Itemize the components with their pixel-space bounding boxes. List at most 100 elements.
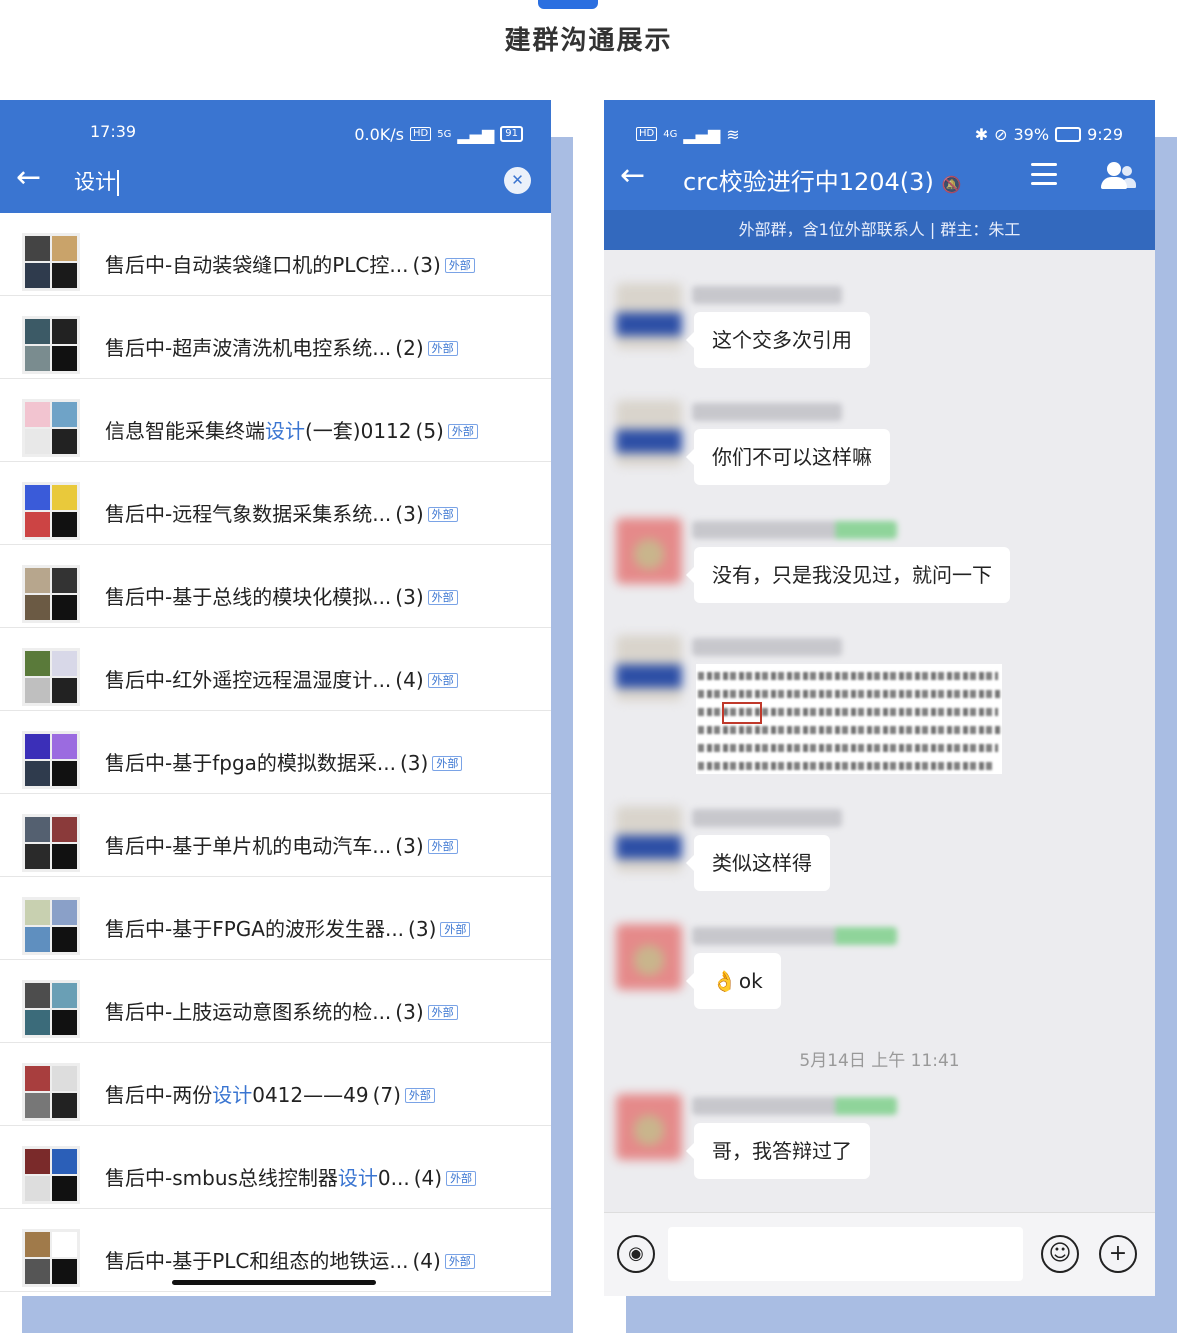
left-phone-screen: 17:39 0.0K/s HD 5G ▂▄▆ 91 ← 设计 ✕ 售后中-自动装… [0,100,551,1296]
message-image[interactable] [696,664,1002,774]
external-badge: 外部 [432,756,463,771]
list-item[interactable]: 售后中-smbus总线控制器设计0... (4) 外部 [0,1126,551,1209]
sender-avatar[interactable] [616,635,682,701]
message-bubble[interactable]: 你们不可以这样嘛 [686,429,890,485]
menu-icon[interactable] [1031,163,1057,185]
group-name: 售后中-上肢运动意图系统的检... (3) 外部 [105,996,458,1025]
bluetooth-icon: ✱ [974,124,989,144]
sender-avatar[interactable] [616,1094,682,1160]
search-header: 17:39 0.0K/s HD 5G ▂▄▆ 91 ← 设计 ✕ [0,100,551,213]
back-arrow-icon[interactable]: ← [620,158,645,193]
search-highlight: 设计 [212,1083,253,1107]
message-input[interactable] [668,1227,1023,1281]
battery-icon: 91 [500,126,523,142]
message-bubble[interactable]: 👌 ok [686,953,781,1009]
group-avatar [22,731,80,789]
group-name-suffix: 0412——49 [252,1083,369,1107]
group-name: 售后中-基于PLC和组态的地铁运... (4) 外部 [105,1245,475,1274]
sender-avatar[interactable] [616,924,682,990]
status-icons: 0.0K/s HD 5G ▂▄▆ 91 [354,122,523,146]
group-list: 售后中-自动装袋缝口机的PLC控... (3) 外部 售后中-超声波清洗机电控系统..… [0,213,551,1292]
external-badge: 外部 [427,341,458,356]
external-badge: 外部 [440,922,471,937]
group-avatar [22,233,80,291]
external-badge: 外部 [427,507,458,522]
search-input[interactable]: 设计 [74,166,119,196]
external-badge: 外部 [444,1254,475,1269]
list-item[interactable]: 售后中-超声波清洗机电控系统... (2) 外部 [0,296,551,379]
group-name: 售后中-自动装袋缝口机的PLC控... (3) 外部 [105,249,475,278]
group-avatar [22,897,80,955]
members-icon[interactable] [1098,160,1138,192]
external-badge: 外部 [447,424,478,439]
group-avatar [22,316,80,374]
sender-name [692,1097,897,1115]
net-speed: 0.0K/s [354,124,404,144]
page-root: 建群沟通展示 17:39 0.0K/s HD 5G ▂▄▆ 91 ← 设计 ✕ … [0,0,1177,1333]
member-count: (3) [412,253,441,277]
search-query: 设计 [74,170,116,194]
list-item[interactable]: 售后中-两份设计0412——49 (7) 外部 [0,1043,551,1126]
external-badge: 外部 [404,1088,435,1103]
member-count: (3) [399,751,429,775]
clear-icon[interactable]: ✕ [504,167,531,194]
battery-percent: 39% [1013,124,1050,144]
group-name-text: 售后中-基于PLC和组态的地铁运... [105,1249,409,1273]
group-avatar [22,482,80,540]
text-caret [117,170,119,196]
battery-icon [1055,126,1082,142]
message-bubble[interactable]: 哥，我答辩过了 [686,1123,870,1179]
list-item[interactable]: 售后中-自动装袋缝口机的PLC控... (3) 外部 [0,213,551,296]
right-phone-screen: HD 4G ▂▄▆ ≋ ✱ ⊘ 39% 9:29 ← crc校验进行中1204(… [604,100,1155,1296]
group-avatar [22,565,80,623]
list-item[interactable]: 售后中-远程气象数据采集系统... (3) 外部 [0,462,551,545]
emoji-icon[interactable]: ☺ [1041,1235,1079,1273]
alarm-off-icon: ⊘ [994,124,1008,144]
list-item[interactable]: 售后中-基于fpga的模拟数据采... (3) 外部 [0,711,551,794]
hd-icon: HD [409,127,432,141]
accent-bar [538,0,598,9]
message-bubble[interactable]: 这个交多次引用 [686,312,870,368]
message-bubble[interactable]: 类似这样得 [686,835,830,891]
group-avatar [22,648,80,706]
external-badge: 外部 [446,1171,477,1186]
plus-icon[interactable]: + [1099,1235,1137,1273]
group-name-text: 售后中-自动装袋缝口机的PLC控... [105,253,409,277]
signal-icon: 4G [663,128,678,140]
list-item[interactable]: 售后中-红外遥控远程温湿度计... (4) 外部 [0,628,551,711]
group-name-suffix: 0... [377,1166,410,1190]
chat-title-text: crc校验进行中1204(3) [683,168,934,196]
sender-avatar[interactable] [616,806,682,872]
signal-icon: 5G [437,128,452,140]
group-name-text: 售后中-smbus总线控制器 [105,1166,338,1190]
status-time: 9:29 [1087,124,1123,144]
sender-avatar[interactable] [616,283,682,349]
list-item[interactable]: 售后中-基于总线的模块化模拟... (3) 外部 [0,545,551,628]
group-name: 信息智能采集终端设计(一套)0112 (5) 外部 [105,415,478,444]
list-item[interactable]: 售后中-基于单片机的电动汽车... (3) 外部 [0,794,551,877]
search-highlight: 设计 [265,419,305,443]
list-item[interactable]: 售后中-上肢运动意图系统的检... (3) 外部 [0,960,551,1043]
message-input-bar: ◉ ☺ + [604,1212,1155,1296]
sender-name [692,927,897,945]
row-divider [0,1291,551,1292]
sender-avatar[interactable] [616,400,682,466]
voice-icon[interactable]: ◉ [617,1235,655,1273]
group-name-text: 售后中-红外遥控远程温湿度计... [105,668,392,692]
group-name: 售后中-smbus总线控制器设计0... (4) 外部 [105,1162,477,1191]
sender-avatar[interactable] [616,518,682,584]
list-item[interactable]: 信息智能采集终端设计(一套)0112 (5) 外部 [0,379,551,462]
mute-icon: 🔕 [941,175,962,194]
chat-title: crc校验进行中1204(3) 🔕 [683,162,962,197]
group-name: 售后中-基于单片机的电动汽车... (3) 外部 [105,830,458,859]
member-count: (3) [395,585,424,609]
group-avatar [22,1063,80,1121]
list-item[interactable]: 售后中-基于FPGA的波形发生器... (3) 外部 [0,877,551,960]
status-right: ✱ ⊘ 39% 9:29 [975,122,1123,146]
message-bubble[interactable]: 没有，只是我没见过，就问一下 [686,547,1010,603]
sender-name [692,286,842,304]
member-count: (7) [372,1083,401,1107]
status-time: 17:39 [90,122,137,141]
back-arrow-icon[interactable]: ← [16,162,41,194]
group-name-text: 售后中-远程气象数据采集系统... [105,502,392,526]
